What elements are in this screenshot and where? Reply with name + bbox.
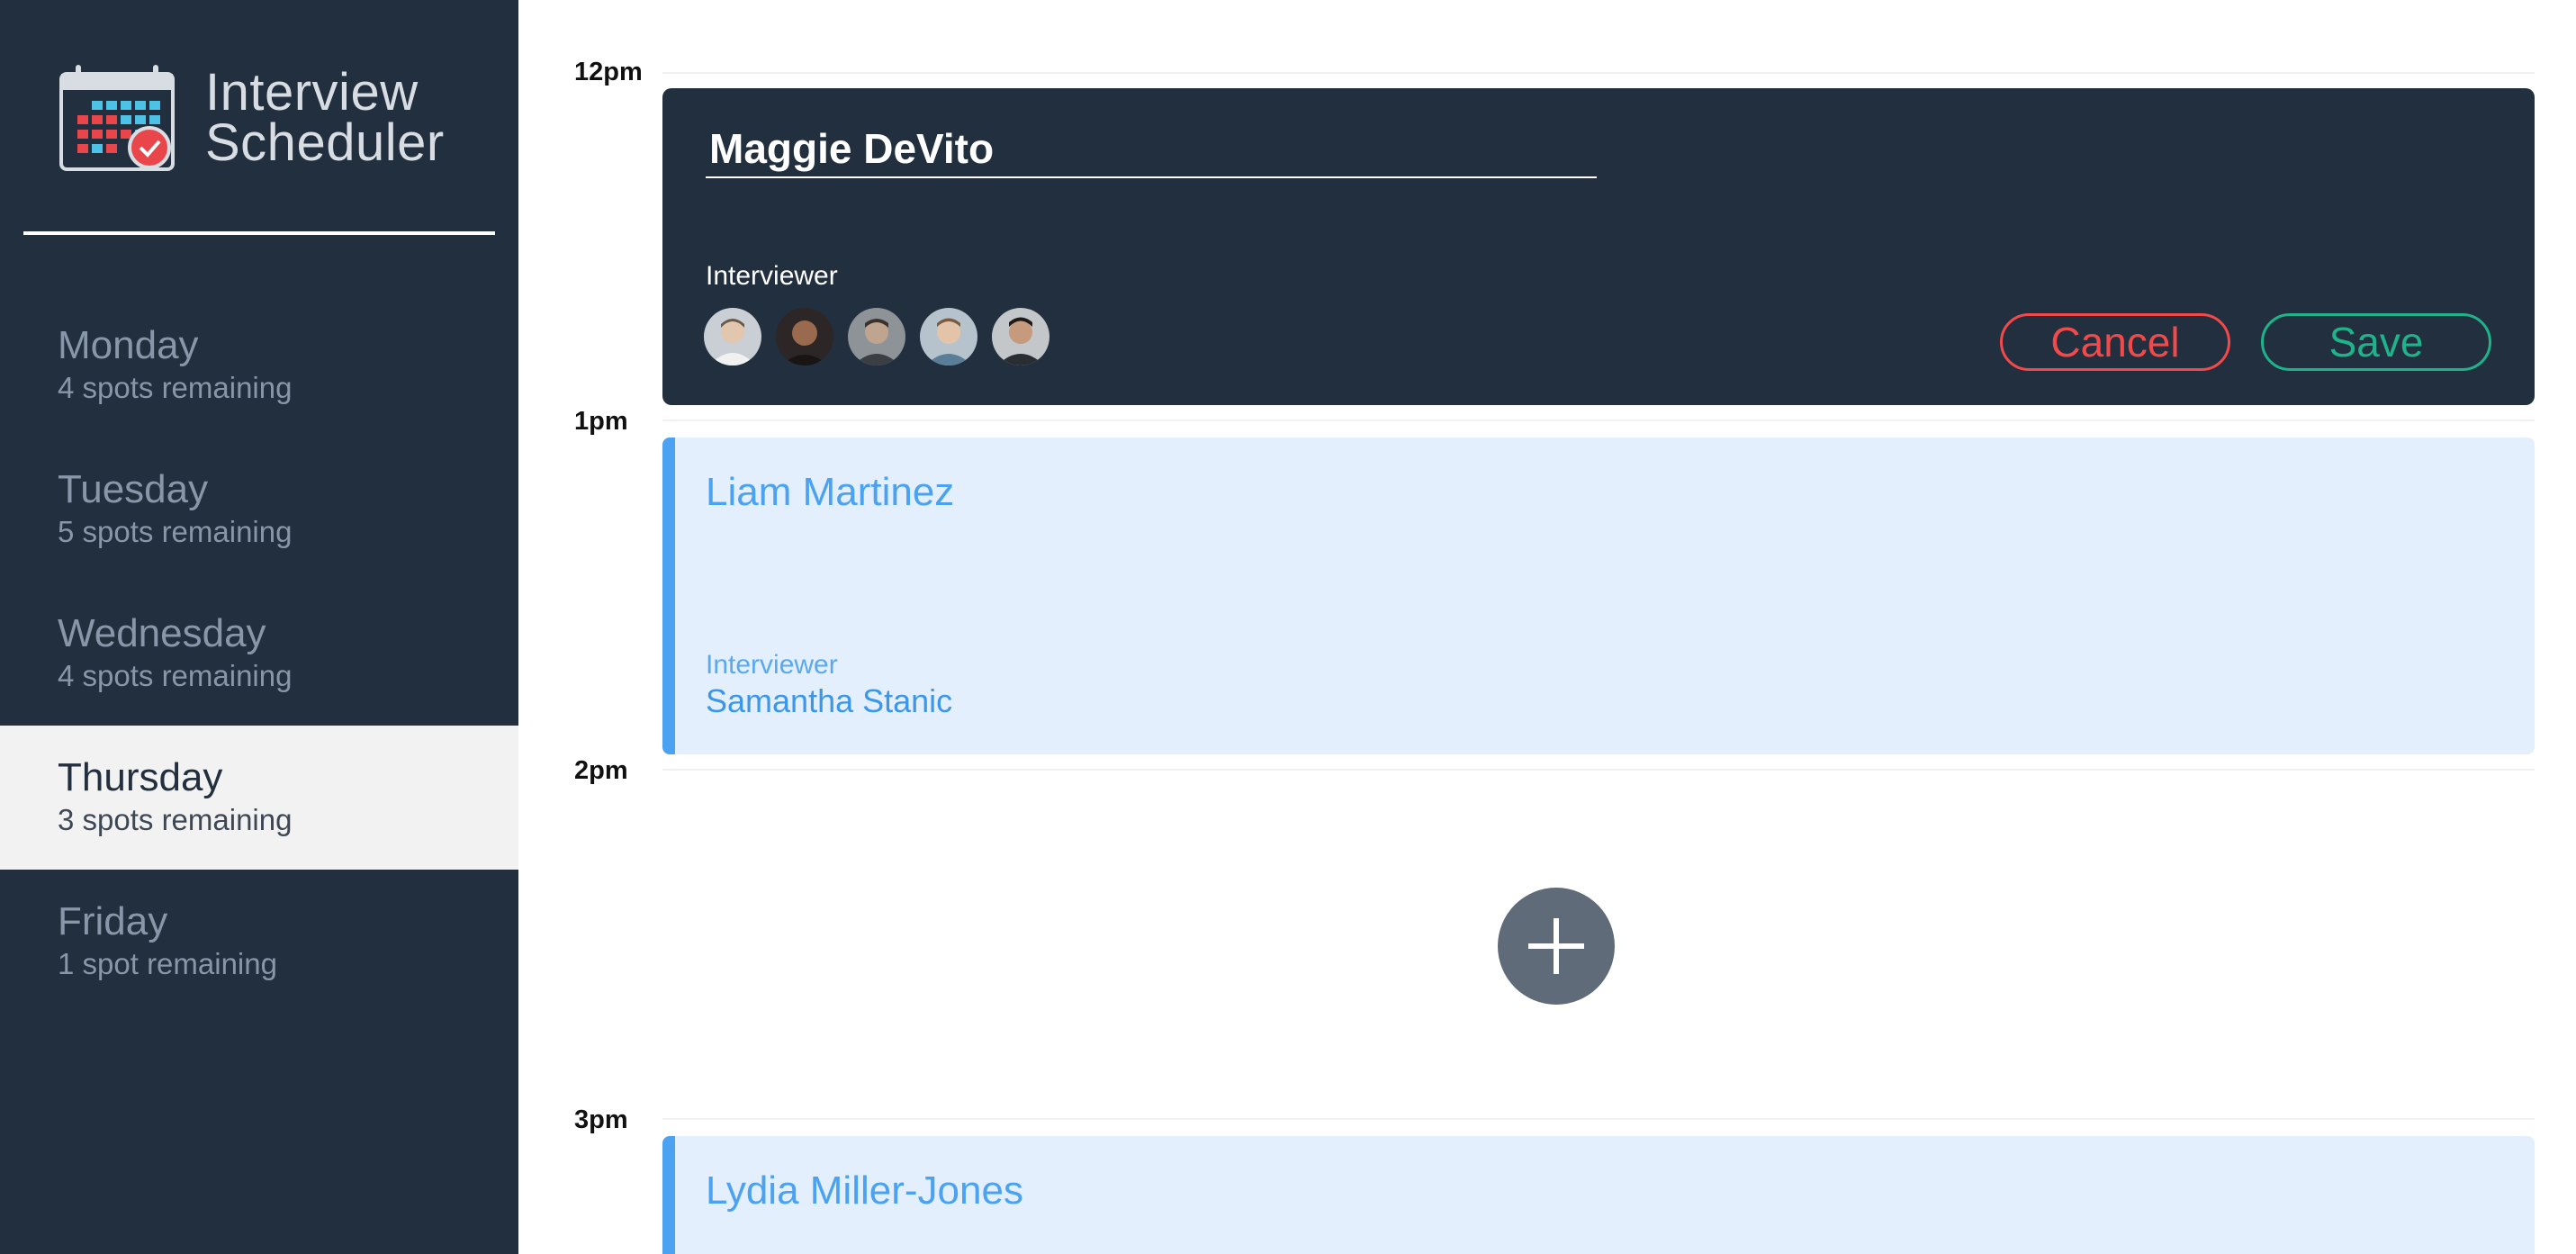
app-title-line2: Scheduler xyxy=(205,113,445,172)
student-name-input[interactable] xyxy=(706,121,1597,178)
day-item-friday[interactable]: Friday 1 spot remaining xyxy=(0,870,518,1014)
avatar-icon xyxy=(992,308,1049,365)
add-appointment-button[interactable] xyxy=(1498,888,1615,1005)
day-list: Monday 4 spots remaining Tuesday 5 spots… xyxy=(0,293,518,1014)
day-item-thursday[interactable]: Thursday 3 spots remaining xyxy=(0,726,518,870)
hour-separator xyxy=(662,1118,2535,1120)
day-item-monday[interactable]: Monday 4 spots remaining xyxy=(0,293,518,438)
cancel-button[interactable]: Cancel xyxy=(2000,313,2230,371)
appointment-card[interactable]: Liam Martinez Interviewer Samantha Stani… xyxy=(662,438,2535,754)
day-name: Wednesday xyxy=(58,611,266,655)
appointment-interviewer-label: Interviewer xyxy=(706,650,838,680)
appointment-student-name: Lydia Miller-Jones xyxy=(706,1168,1023,1213)
appointment-interviewer-name: Samantha Stanic xyxy=(706,682,953,719)
app-title-line1: Interview xyxy=(205,63,419,122)
interviewer-avatar[interactable] xyxy=(848,308,905,365)
hour-separator xyxy=(662,420,2535,421)
day-item-wednesday[interactable]: Wednesday 4 spots remaining xyxy=(0,582,518,726)
interviewer-heading: Interviewer xyxy=(706,261,838,291)
avatar-icon xyxy=(848,308,905,365)
day-name: Tuesday xyxy=(58,467,209,511)
hour-label: 12pm xyxy=(574,58,643,86)
brand: Interview Scheduler xyxy=(59,63,445,173)
avatar-icon xyxy=(776,308,833,365)
interviewer-avatar[interactable] xyxy=(992,308,1049,365)
hour-label: 1pm xyxy=(574,407,628,436)
plus-icon xyxy=(1528,918,1584,974)
save-button[interactable]: Save xyxy=(2261,313,2491,371)
hour-separator xyxy=(662,769,2535,771)
avatar-icon xyxy=(704,308,761,365)
day-spots: 4 spots remaining xyxy=(58,659,293,692)
day-spots: 3 spots remaining xyxy=(58,803,293,836)
appointment-card[interactable]: Lydia Miller-Jones xyxy=(662,1136,2535,1254)
interviewer-list xyxy=(704,308,1049,365)
day-spots: 4 spots remaining xyxy=(58,371,293,404)
hour-separator xyxy=(662,72,2535,74)
day-name: Monday xyxy=(58,323,199,367)
sidebar-divider xyxy=(23,231,495,235)
hour-label: 3pm xyxy=(574,1105,628,1134)
day-spots: 5 spots remaining xyxy=(58,515,293,548)
app-title: Interview Scheduler xyxy=(205,63,445,172)
interviewer-avatar[interactable] xyxy=(920,308,977,365)
app: Interview Scheduler Monday 4 spots remai… xyxy=(0,0,2576,1254)
interviewer-avatar[interactable] xyxy=(704,308,761,365)
day-spots: 1 spot remaining xyxy=(58,947,277,980)
calendar-logo-icon xyxy=(59,65,175,171)
day-item-tuesday[interactable]: Tuesday 5 spots remaining xyxy=(0,438,518,582)
day-name: Thursday xyxy=(58,755,223,799)
avatar-icon xyxy=(920,308,977,365)
day-name: Friday xyxy=(58,899,168,943)
interviewer-avatar[interactable] xyxy=(776,308,833,365)
sidebar: Interview Scheduler Monday 4 spots remai… xyxy=(0,0,518,1254)
appointment-student-name: Liam Martinez xyxy=(706,470,955,514)
hour-label: 2pm xyxy=(574,756,628,785)
appointment-edit-form: Interviewer xyxy=(662,88,2535,405)
